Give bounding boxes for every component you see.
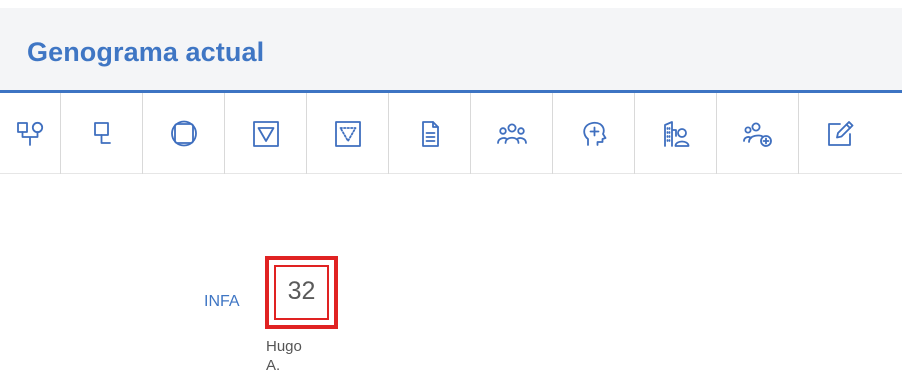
person-name: Hugo A. <box>266 337 326 375</box>
edit-icon <box>827 120 853 146</box>
person-name-line-2: A. <box>266 357 281 374</box>
circle-square-button[interactable] <box>143 93 225 174</box>
single-node-icon <box>93 121 111 144</box>
dotted-triangle-box-button[interactable] <box>307 93 389 174</box>
group-people-icon <box>496 123 527 144</box>
add-person-button[interactable] <box>717 93 799 174</box>
single-node-button[interactable] <box>61 93 143 174</box>
genogram-toolbar <box>0 93 902 174</box>
person-age: 32 <box>287 277 316 305</box>
triangle-box-button[interactable] <box>225 93 307 174</box>
building-person-button[interactable] <box>635 93 717 174</box>
head-plus-icon <box>582 121 606 146</box>
edit-button[interactable] <box>799 93 880 174</box>
group-people-button[interactable] <box>471 93 553 174</box>
building-person-icon <box>663 120 689 147</box>
family-tree-icon <box>17 121 44 146</box>
person-node-inner-border: 32 <box>274 265 329 320</box>
node-side-label: INFA <box>204 293 240 310</box>
genogram-page: Genograma actual INFA 32 Hugo A. <box>0 0 902 383</box>
document-button[interactable] <box>389 93 471 174</box>
page-title: Genograma actual <box>27 37 265 67</box>
family-tree-button[interactable] <box>0 93 61 174</box>
document-icon <box>421 120 439 147</box>
triangle-box-icon <box>252 120 279 147</box>
circle-square-icon <box>170 120 197 146</box>
person-node[interactable]: 32 <box>265 256 338 329</box>
page-header: Genograma actual <box>0 8 902 92</box>
add-person-icon <box>742 122 772 147</box>
person-name-line-1: Hugo <box>266 338 302 355</box>
dotted-triangle-box-icon <box>334 120 361 147</box>
head-plus-button[interactable] <box>553 93 635 174</box>
